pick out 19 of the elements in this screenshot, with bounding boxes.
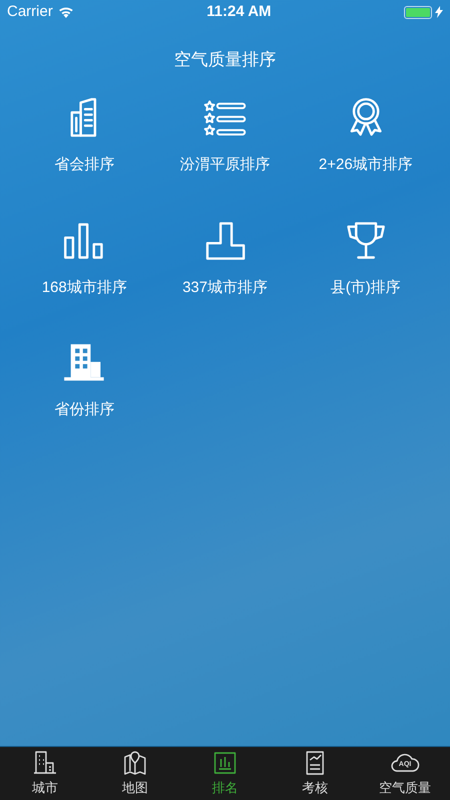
- map-pin-icon: [122, 750, 148, 776]
- tab[interactable]: 排名: [180, 747, 270, 800]
- tab[interactable]: 考核: [270, 747, 360, 800]
- wifi-icon: [58, 6, 74, 18]
- page-title: 空气质量排序: [174, 49, 276, 72]
- ranking-option[interactable]: 省份排序: [14, 341, 155, 422]
- building-icon: [32, 750, 58, 776]
- ranking-option[interactable]: 2+26城市排序: [295, 96, 436, 176]
- carrier-text: Carrier: [7, 2, 53, 22]
- battery-icon: [404, 6, 432, 18]
- bar-chart-icon: [212, 750, 238, 776]
- ranking-option[interactable]: 337城市排序: [154, 218, 296, 299]
- clock-text: 11:24 AM: [206, 2, 272, 22]
- ranking-option[interactable]: 省会排序: [14, 96, 155, 176]
- ranking-option[interactable]: 汾渭平原排序: [154, 96, 296, 176]
- ranking-option[interactable]: 168城市排序: [14, 218, 155, 299]
- ranking-option[interactable]: 县(市)排序: [295, 218, 436, 299]
- tab[interactable]: 城市: [0, 747, 90, 800]
- tab[interactable]: 地图: [90, 747, 180, 800]
